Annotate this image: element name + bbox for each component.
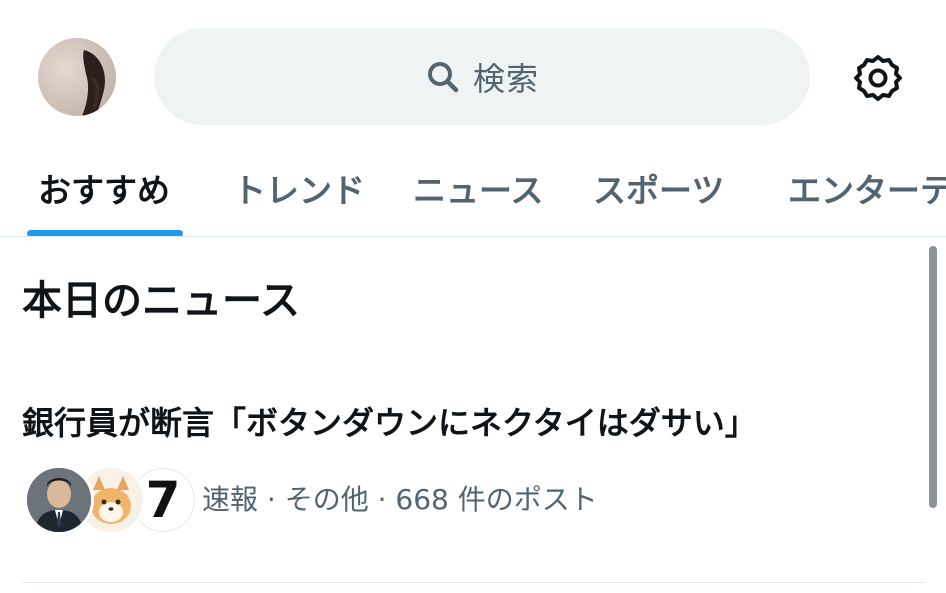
avatar-photo-icon xyxy=(82,50,106,116)
person-avatar xyxy=(24,465,94,535)
news-headline[interactable]: 銀行員が断言「ボタンダウンにネクタイはダサい」 xyxy=(22,398,757,444)
tabs-divider xyxy=(0,236,946,237)
tab-entertainment[interactable]: エンターテ xyxy=(788,140,946,236)
gear-icon xyxy=(854,55,902,101)
search-input[interactable]: 検索 xyxy=(154,28,810,125)
tab-sports[interactable]: スポーツ xyxy=(593,140,724,236)
explore-screen: 検索 おすすめ トレンド ニュース スポーツ エンターテ 本日のニュース 銀行員… xyxy=(0,0,946,593)
tab-recommended[interactable]: おすすめ xyxy=(38,140,170,236)
tab-news[interactable]: ニュース xyxy=(413,140,543,236)
scrollbar[interactable] xyxy=(929,246,937,508)
profile-avatar[interactable] xyxy=(38,38,116,116)
tab-trends[interactable]: トレンド xyxy=(233,140,365,236)
section-title: 本日のニュース xyxy=(22,278,300,324)
item-divider xyxy=(22,582,924,583)
news-meta-row[interactable]: 7 速報 · その他 · 668 件のポスト xyxy=(22,463,598,535)
search-icon xyxy=(425,59,461,95)
tab-bar: おすすめ トレンド ニュース スポーツ エンターテ xyxy=(0,140,946,236)
badge-number: 7 xyxy=(145,471,181,529)
avatar-stack: 7 xyxy=(22,463,198,535)
search-placeholder: 検索 xyxy=(472,59,539,98)
news-meta: 速報 · その他 · 668 件のポスト xyxy=(202,483,598,516)
settings-button[interactable] xyxy=(850,50,906,106)
